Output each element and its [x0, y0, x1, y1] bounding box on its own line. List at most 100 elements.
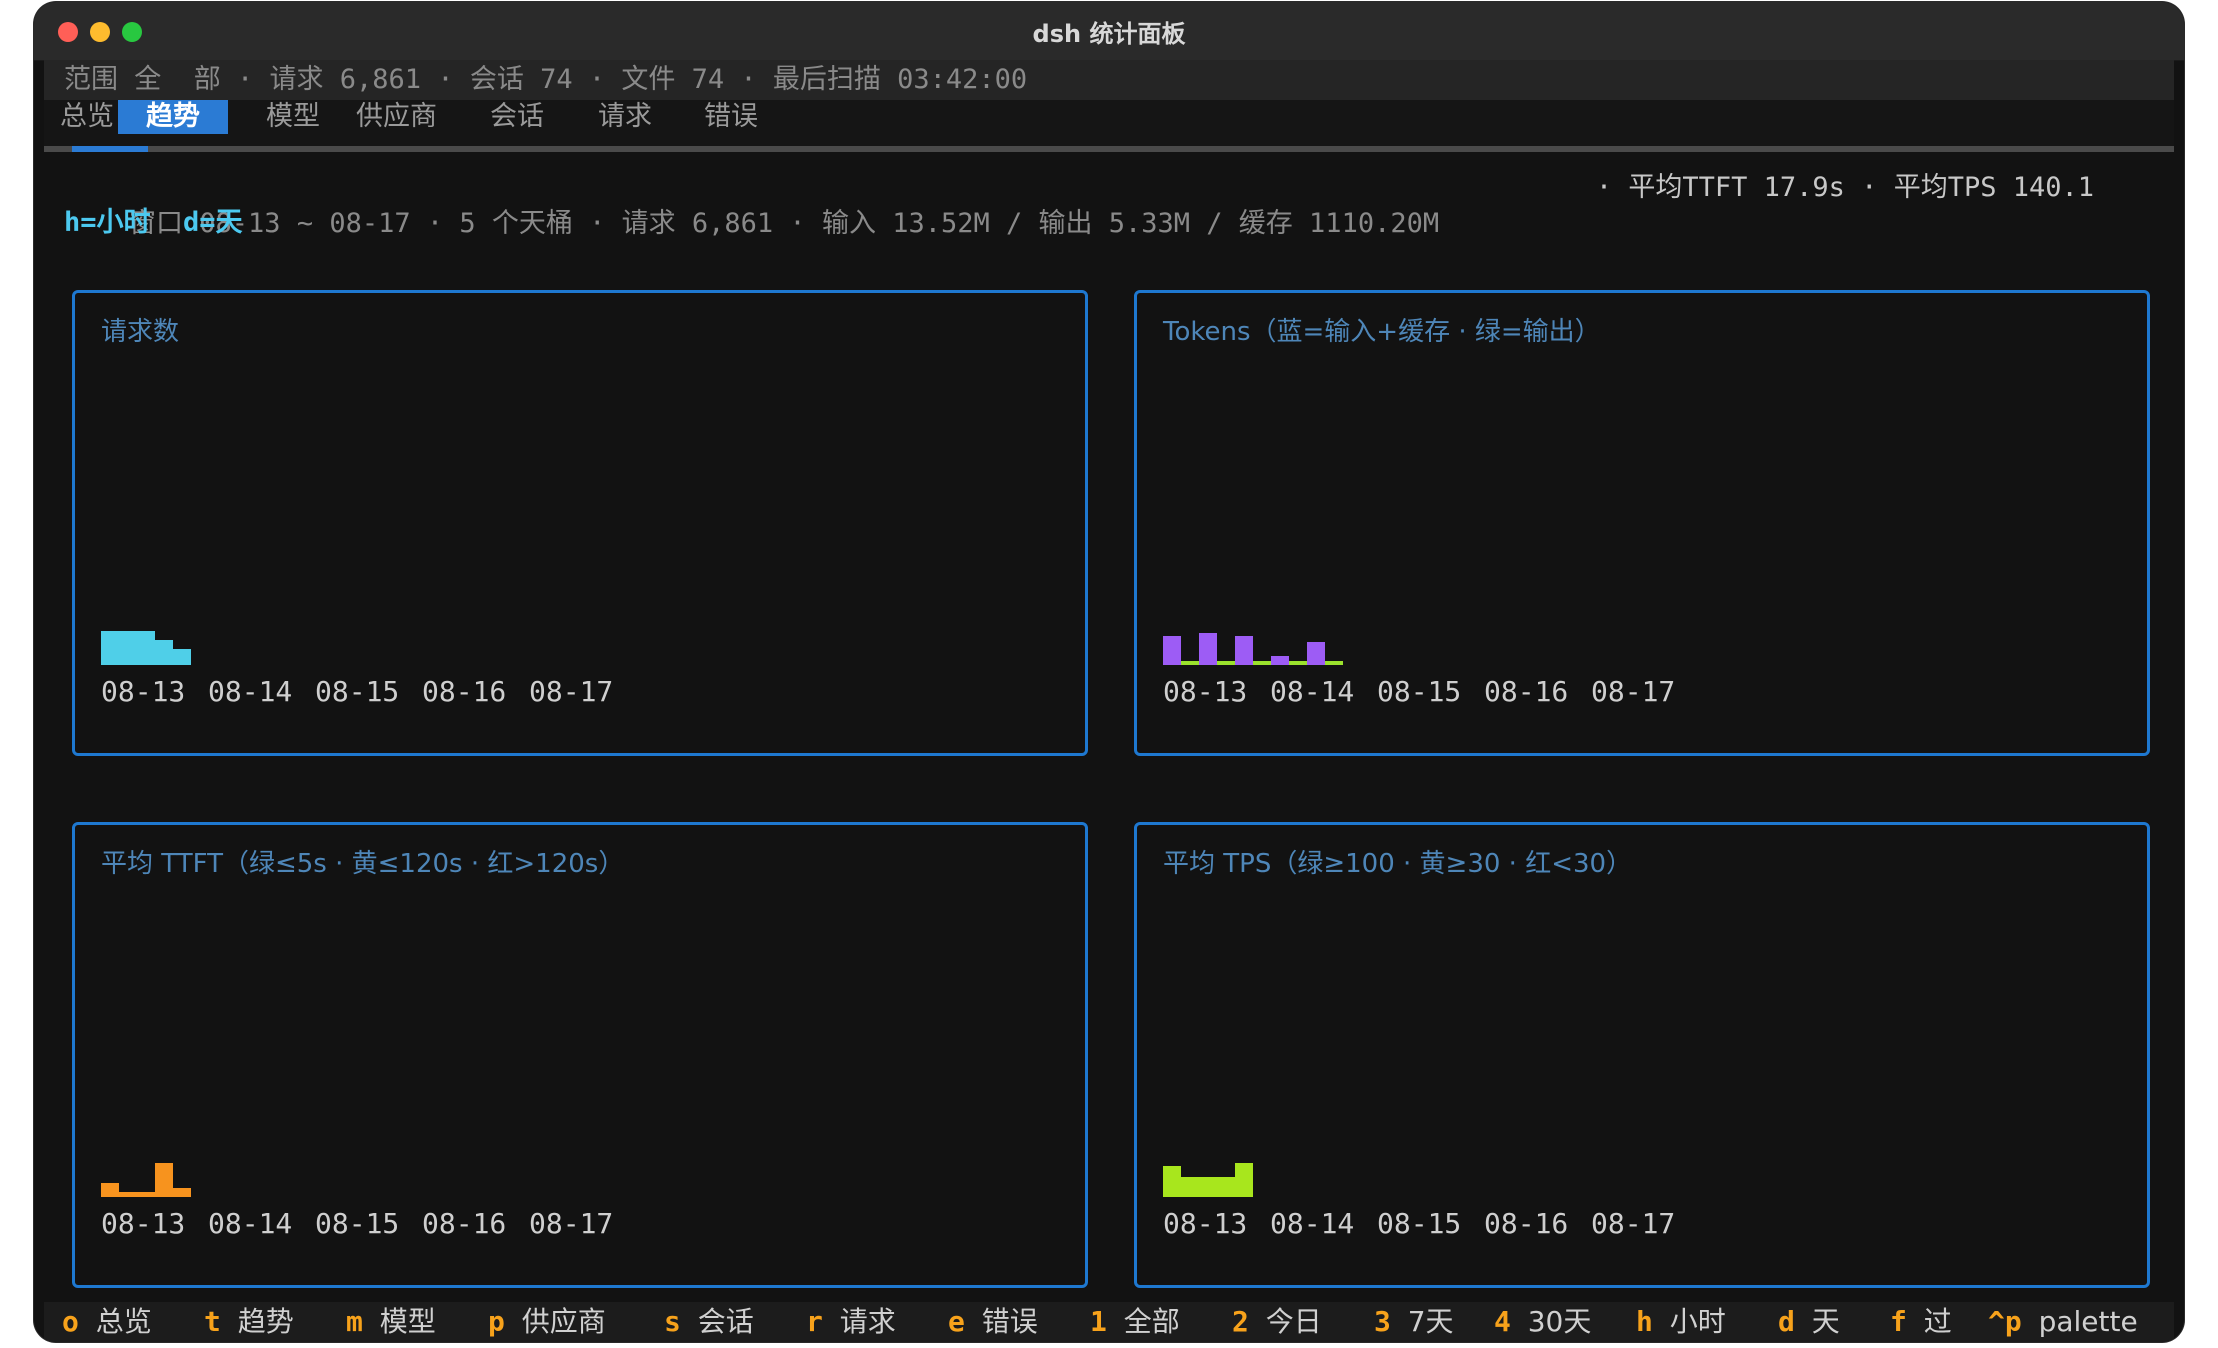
scope-status-line: 范围 全 部 · 请求 6,861 · 会话 74 · 文件 74 · 最后扫描… [44, 60, 2174, 100]
keybind-label: 7天 [1407, 1305, 1454, 1338]
chart-bar [173, 1188, 191, 1197]
keybind-key: r [806, 1305, 823, 1338]
keybind-errors[interactable]: e 错误 [948, 1302, 1038, 1342]
tab-errors[interactable]: 错误 [698, 100, 764, 134]
keybind-filter[interactable]: f 过 [1890, 1302, 1952, 1342]
x-tick-label: 08-17 [529, 675, 613, 708]
keybind-palette[interactable]: ^p palette [1988, 1302, 2138, 1342]
keybind-providers[interactable]: p 供应商 [488, 1302, 606, 1342]
keybind-sessions[interactable]: s 会话 [664, 1302, 754, 1342]
x-tick-label: 08-14 [1270, 675, 1354, 708]
keybind-key: 2 [1232, 1305, 1249, 1338]
chart-bar [1163, 1166, 1181, 1197]
chart-bar [1325, 661, 1343, 665]
tps-chart-panel: 平均 TPS（绿≥100 · 黄≥30 · 红<30） 08-13 08-14 08… [1134, 822, 2150, 1288]
keybind-overview[interactable]: o 总览 [62, 1302, 152, 1342]
chart-bar [1307, 642, 1325, 665]
terminal-window: dsh 统计面板 范围 全 部 · 请求 6,861 · 会话 74 · 文件 … [34, 2, 2184, 1342]
chart-bar [1217, 661, 1235, 665]
keybind-key: m [346, 1305, 363, 1338]
window-summary-left: 窗口 08-13 ~ 08-17 · 5 个天桶 · 请求 6,861 · 输入… [129, 208, 1440, 239]
keybind-trends[interactable]: t 趋势 [204, 1302, 294, 1342]
tab-models[interactable]: 模型 [260, 100, 326, 134]
tab-trends[interactable]: 趋势 [118, 100, 228, 134]
keybind-range-all[interactable]: 1 全部 [1090, 1302, 1180, 1342]
x-tick-label: 08-13 [101, 675, 185, 708]
chart-bar [119, 631, 137, 665]
requests-chart-panel: 请求数 08-13 08-14 08-15 08-16 08-17 [72, 290, 1088, 756]
keybind-range-30d[interactable]: 4 30天 [1494, 1302, 1591, 1342]
chart-bar [1217, 1177, 1235, 1197]
keybind-key: e [948, 1305, 965, 1338]
keybind-label: 趋势 [237, 1305, 294, 1338]
tab-underline-active [72, 146, 148, 152]
chart-bar [101, 631, 119, 665]
keybind-label: 模型 [379, 1305, 436, 1338]
keybind-label: 会话 [697, 1305, 754, 1338]
window-summary-line: 窗口 08-13 ~ 08-17 · 5 个天桶 · 请求 6,861 · 输入… [64, 170, 2154, 239]
chart-bar [155, 1163, 173, 1197]
tab-bar: 总览 趋势 模型 供应商 会话 请求 错误 [44, 100, 2174, 148]
keybind-key: d [1778, 1305, 1795, 1338]
x-tick-label: 08-14 [1270, 1207, 1354, 1240]
keybind-label: 总览 [95, 1305, 152, 1338]
granularity-hints: h=小时 d=天 [64, 207, 243, 238]
chart-bar [1199, 1177, 1217, 1197]
keybind-day[interactable]: d 天 [1778, 1302, 1840, 1342]
chart-bar [1235, 636, 1253, 665]
keybind-label: 供应商 [521, 1305, 606, 1338]
keybind-label: 过 [1923, 1305, 1952, 1338]
chart-bar [137, 1192, 155, 1197]
x-tick-label: 08-16 [1484, 1207, 1568, 1240]
keybind-key: ^p [1988, 1305, 2022, 1338]
x-tick-label: 08-13 [1163, 1207, 1247, 1240]
keybind-key: s [664, 1305, 681, 1338]
tab-requests[interactable]: 请求 [592, 100, 658, 134]
tps-chart: 08-13 08-14 08-15 08-16 08-17 [1163, 1163, 1675, 1240]
keybind-requests[interactable]: r 请求 [806, 1302, 896, 1342]
ttft-chart: 08-13 08-14 08-15 08-16 08-17 [101, 1163, 613, 1240]
chart-bar [155, 640, 173, 665]
keybind-hour[interactable]: h 小时 [1636, 1302, 1726, 1342]
tab-providers[interactable]: 供应商 [350, 100, 443, 134]
title-bar: dsh 统计面板 [34, 2, 2184, 61]
keybind-range-today[interactable]: 2 今日 [1232, 1302, 1322, 1342]
keybind-key: 1 [1090, 1305, 1107, 1338]
chart-bar [1181, 661, 1199, 665]
tokens-chart: 08-13 08-14 08-15 08-16 08-17 [1163, 633, 1675, 708]
x-tick-label: 08-15 [1377, 675, 1461, 708]
keybinding-bar: o 总览 t 趋势 m 模型 p 供应商 s 会话 r 请求 e 错误 1 全部… [44, 1302, 2174, 1342]
chart-bar [1181, 1177, 1199, 1197]
x-tick-label: 08-16 [422, 675, 506, 708]
tab-sessions[interactable]: 会话 [484, 100, 550, 134]
x-tick-label: 08-15 [315, 1207, 399, 1240]
keybind-key: f [1890, 1305, 1907, 1338]
chart-bar [173, 649, 191, 665]
keybind-models[interactable]: m 模型 [346, 1302, 436, 1342]
ttft-chart-panel: 平均 TTFT（绿≤5s · 黄≤120s · 红>120s） 08-13 08-… [72, 822, 1088, 1288]
x-tick-label: 08-17 [1591, 1207, 1675, 1240]
x-tick-label: 08-15 [315, 675, 399, 708]
window-title: dsh 统计面板 [1032, 20, 1186, 48]
chart-bar [1163, 636, 1181, 665]
tokens-chart-panel: Tokens（蓝=输入+缓存 · 绿=输出） 08-13 08-14 08-15 08… [1134, 290, 2150, 756]
keybind-label: 请求 [839, 1305, 896, 1338]
x-tick-label: 08-17 [529, 1207, 613, 1240]
keybind-key: 3 [1374, 1305, 1391, 1338]
keybind-label: 30天 [1527, 1305, 1592, 1338]
window-summary-right: · 平均TTFT 17.9s · 平均TPS 140.1 [1595, 172, 2094, 203]
keybind-label: 今日 [1265, 1305, 1322, 1338]
keybind-range-7d[interactable]: 3 7天 [1374, 1302, 1454, 1342]
x-tick-label: 08-17 [1591, 675, 1675, 708]
chart-bar [1235, 1163, 1253, 1197]
keybind-label: 小时 [1669, 1305, 1726, 1338]
tab-underline-track [44, 146, 2174, 152]
tab-overview[interactable]: 总览 [54, 100, 120, 134]
chart-bar [137, 631, 155, 665]
x-tick-label: 08-16 [422, 1207, 506, 1240]
x-tick-label: 08-15 [1377, 1207, 1461, 1240]
chart-bar [1199, 633, 1217, 665]
keybind-label: 全部 [1123, 1305, 1180, 1338]
x-tick-label: 08-13 [1163, 675, 1247, 708]
keybind-key: h [1636, 1305, 1653, 1338]
